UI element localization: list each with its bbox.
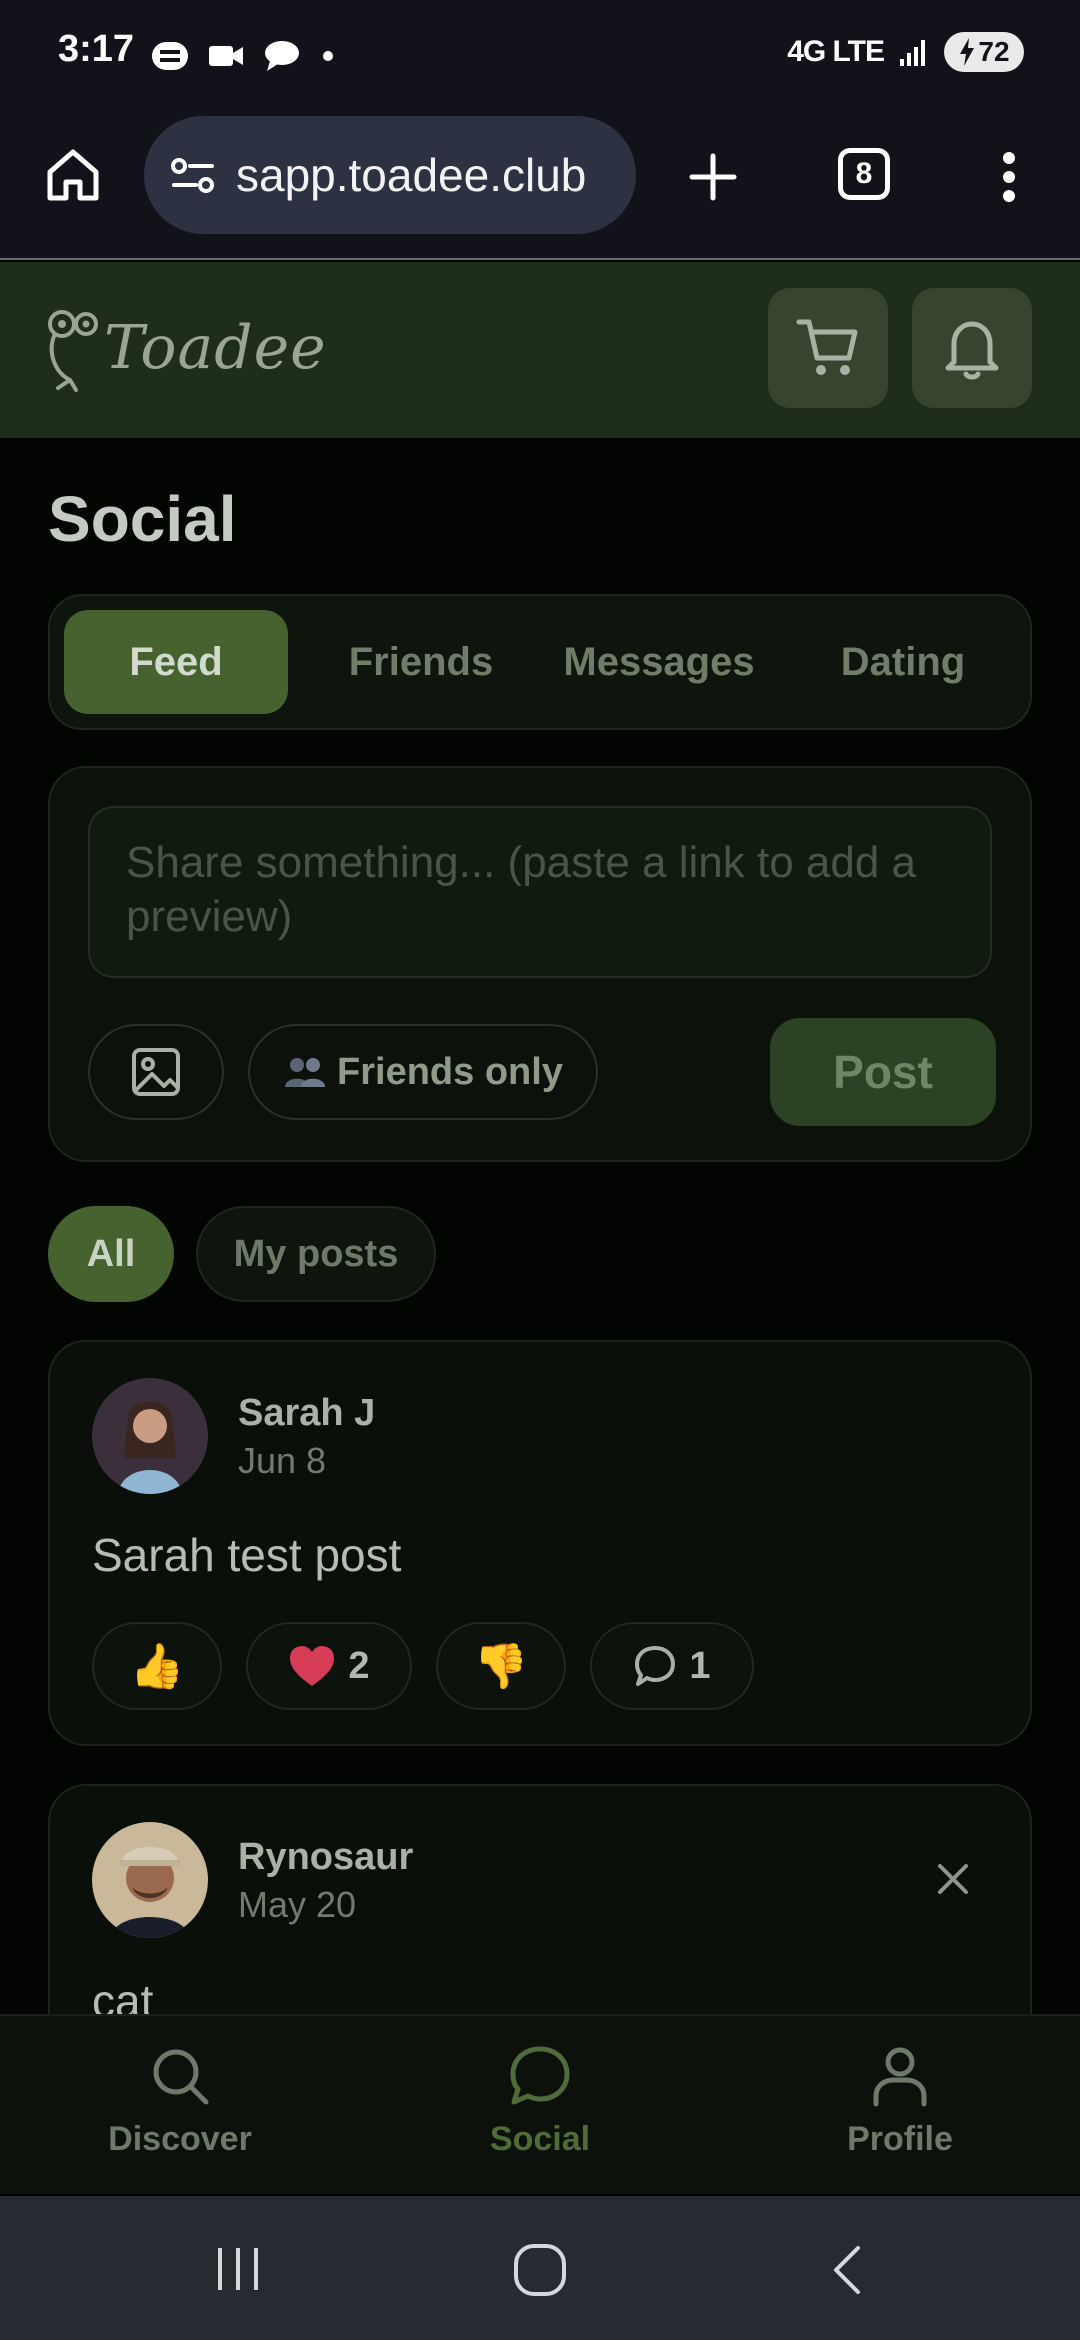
like-button[interactable]: 👍: [92, 1622, 222, 1710]
nav-social[interactable]: Social: [430, 2044, 650, 2159]
chat-bubble-icon: [265, 41, 299, 71]
tab-dating[interactable]: Dating: [790, 610, 1016, 714]
filter-all[interactable]: All: [48, 1206, 174, 1302]
filter-my-posts[interactable]: My posts: [196, 1206, 436, 1302]
site-settings-icon[interactable]: [170, 155, 216, 195]
cart-icon: [796, 319, 858, 375]
social-tabs: Feed Friends Messages Dating: [48, 594, 1032, 730]
status-notification-icons: [150, 36, 338, 76]
dot-icon: [323, 51, 333, 61]
cart-button[interactable]: [768, 288, 888, 408]
nav-label: Profile: [847, 2120, 953, 2158]
comment-count: 1: [689, 1644, 711, 1687]
logo-wordmark: Toadee: [104, 313, 327, 383]
charging-bolt-icon: [960, 38, 975, 66]
avatar[interactable]: [92, 1822, 208, 1938]
people-icon: [285, 1058, 326, 1087]
thumbs-up-icon: 👍: [129, 1642, 185, 1691]
status-time: 3:17: [58, 28, 135, 70]
battery-level: 72: [978, 36, 1010, 67]
back-icon[interactable]: [826, 2244, 866, 2296]
post-date: Jun 8: [238, 1440, 327, 1481]
heart-count: 2: [348, 1644, 370, 1687]
post-button[interactable]: Post: [770, 1018, 996, 1126]
network-type: 4G LTE: [787, 35, 885, 68]
image-icon: [132, 1048, 180, 1096]
avatar[interactable]: [92, 1378, 208, 1494]
dislike-button[interactable]: 👎: [436, 1622, 566, 1710]
search-icon: [153, 2049, 209, 2105]
tab-switcher-button[interactable]: 8: [838, 148, 890, 200]
post-card: Sarah J Jun 8 Sarah test post 👍 2 👎 1: [48, 1340, 1032, 1746]
app-header: Toadee: [0, 262, 1080, 438]
tab-feed[interactable]: Feed: [64, 610, 288, 714]
home-button-icon[interactable]: [512, 2242, 568, 2298]
heart-reaction-button[interactable]: 2: [246, 1622, 412, 1710]
heart-icon: [290, 1646, 335, 1686]
notifications-button[interactable]: [912, 288, 1032, 408]
user-icon: [873, 2047, 927, 2107]
post-author[interactable]: Sarah J: [238, 1392, 375, 1435]
new-tab-icon[interactable]: [688, 152, 738, 202]
bottom-navigation: Discover Social Profile: [0, 2014, 1080, 2194]
post-author[interactable]: Rynosaur: [238, 1836, 413, 1879]
tab-messages[interactable]: Messages: [546, 610, 772, 714]
add-image-button[interactable]: [88, 1024, 224, 1120]
nav-label: Social: [489, 2120, 591, 2158]
nav-profile[interactable]: Profile: [790, 2044, 1010, 2159]
comment-button[interactable]: 1: [590, 1622, 754, 1710]
bell-icon: [945, 321, 999, 380]
status-bar: 3:17 4G LTE 72: [0, 0, 1080, 110]
nav-discover[interactable]: Discover: [70, 2044, 290, 2159]
app-notification-icon: [152, 42, 188, 70]
thumbs-down-icon: 👎: [473, 1642, 529, 1691]
url-text: sapp.toadee.club: [236, 149, 587, 201]
page-title: Social: [48, 483, 237, 555]
system-navigation-bar: [0, 2196, 1080, 2340]
recent-apps-icon[interactable]: [212, 2244, 264, 2294]
video-camera-icon: [209, 46, 243, 66]
close-icon[interactable]: [936, 1862, 970, 1896]
nav-label: Discover: [108, 2120, 252, 2158]
battery-indicator: 72: [944, 32, 1024, 72]
post-composer: Share something... (paste a link to add …: [48, 766, 1032, 1162]
signal-icon: [900, 40, 925, 66]
audience-selector[interactable]: Friends only: [248, 1024, 598, 1120]
url-bar[interactable]: sapp.toadee.club: [144, 116, 636, 234]
home-icon[interactable]: [44, 146, 102, 204]
audience-label: Friends only: [337, 1050, 563, 1093]
post-text: Sarah test post: [92, 1529, 402, 1581]
frog-logo-icon: [48, 310, 98, 392]
post-text-input[interactable]: Share something... (paste a link to add …: [88, 806, 992, 978]
browser-toolbar: sapp.toadee.club 8: [0, 110, 1080, 260]
tab-friends[interactable]: Friends: [308, 610, 534, 714]
chat-icon: [510, 2046, 570, 2105]
tab-count: 8: [838, 148, 890, 200]
more-options-icon[interactable]: [994, 150, 1024, 204]
post-date: May 20: [238, 1884, 357, 1925]
comment-icon: [635, 1646, 676, 1686]
toadee-logo[interactable]: Toadee: [46, 302, 327, 394]
